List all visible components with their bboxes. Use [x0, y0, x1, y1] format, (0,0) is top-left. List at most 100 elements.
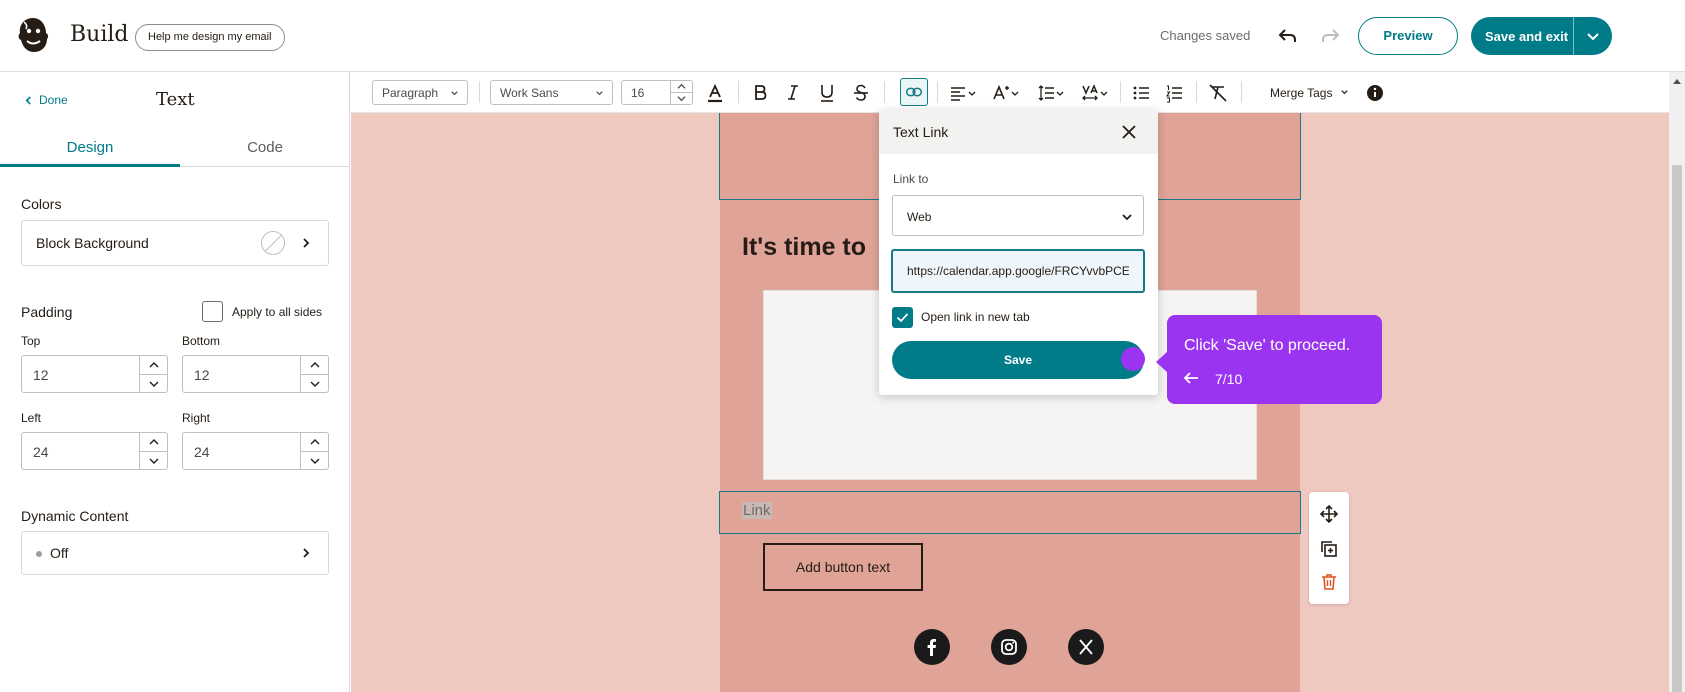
bold-icon[interactable]: [748, 81, 772, 105]
tour-step-counter: 7/10: [1215, 371, 1243, 387]
panel-title: Text: [156, 89, 195, 110]
bulleted-list-icon[interactable]: [1130, 81, 1154, 105]
tab-code[interactable]: Code: [175, 139, 355, 165]
decrement-icon[interactable]: [149, 379, 159, 389]
padding-bottom-stepper[interactable]: [300, 356, 329, 392]
move-icon[interactable]: [1319, 504, 1339, 524]
padding-left-input[interactable]: 24: [21, 432, 168, 470]
save-and-exit-button[interactable]: Save and exit: [1471, 17, 1612, 55]
padding-right-stepper[interactable]: [300, 433, 329, 469]
dynamic-content-value: Off: [50, 545, 69, 561]
block-background-setting[interactable]: Block Background: [21, 220, 329, 266]
open-new-tab-checkbox[interactable]: [892, 307, 913, 328]
text-block-outline[interactable]: [719, 491, 1301, 534]
checkmark-icon: [896, 313, 909, 323]
top-bar: Build Help me design my email Changes sa…: [0, 0, 1685, 72]
dynamic-content-setting[interactable]: Off: [21, 531, 329, 575]
link-type-value: Web: [907, 210, 932, 224]
close-icon[interactable]: [1119, 122, 1139, 142]
chevron-down-icon[interactable]: [1583, 26, 1603, 46]
link-type-select[interactable]: Web: [892, 195, 1144, 236]
increment-icon[interactable]: [149, 360, 159, 370]
padding-top-input[interactable]: 12: [21, 355, 168, 393]
chevron-right-icon: [303, 548, 310, 558]
redo-icon[interactable]: [1318, 24, 1342, 48]
padding-right-input[interactable]: 24: [182, 432, 329, 470]
duplicate-icon[interactable]: [1319, 539, 1339, 559]
decrement-icon[interactable]: [310, 379, 320, 389]
instagram-icon[interactable]: [991, 629, 1027, 665]
align-dropdown-icon[interactable]: [948, 81, 978, 105]
merge-tags-dropdown[interactable]: Merge Tags: [1270, 86, 1349, 100]
info-icon[interactable]: [1363, 81, 1387, 105]
tab-design[interactable]: Design: [0, 139, 180, 165]
numbered-list-icon[interactable]: [1163, 81, 1187, 105]
url-input[interactable]: [891, 249, 1145, 293]
email-heading[interactable]: It's time to: [742, 233, 866, 262]
colors-heading: Colors: [21, 196, 62, 212]
preview-button[interactable]: Preview: [1358, 17, 1458, 55]
done-button[interactable]: Done: [24, 93, 68, 107]
tour-hotspot[interactable]: [1121, 347, 1145, 371]
decrement-icon[interactable]: [310, 456, 320, 466]
block-type-value: Paragraph: [382, 86, 439, 100]
padding-bottom-input[interactable]: 12: [182, 355, 329, 393]
save-status: Changes saved: [1160, 28, 1251, 43]
underline-icon[interactable]: [815, 81, 839, 105]
scrollbar-thumb[interactable]: [1672, 165, 1682, 692]
text-link-popover: Text Link Link to Web Open link in new t…: [879, 110, 1158, 395]
block-background-label: Block Background: [36, 235, 149, 251]
padding-left-label: Left: [21, 411, 42, 425]
undo-icon[interactable]: [1276, 24, 1300, 48]
tour-tooltip: Click 'Save' to proceed. 7/10: [1156, 315, 1382, 404]
decrement-icon[interactable]: [149, 456, 159, 466]
block-type-select[interactable]: Paragraph: [372, 80, 468, 105]
selected-link-text[interactable]: Link: [742, 502, 772, 519]
toolbar-divider: [1196, 81, 1197, 103]
no-color-swatch-icon: [261, 231, 285, 255]
toolbar-divider: [1241, 81, 1242, 103]
padding-top-label: Top: [21, 334, 41, 348]
line-height-dropdown-icon[interactable]: [1036, 81, 1066, 105]
increment-icon[interactable]: [149, 437, 159, 447]
help-design-button[interactable]: Help me design my email: [135, 24, 285, 51]
link-save-button[interactable]: Save: [892, 341, 1144, 379]
chevron-down-icon: [451, 91, 458, 96]
link-icon: [905, 87, 923, 97]
font-family-value: Work Sans: [500, 86, 559, 100]
email-cta-button[interactable]: Add button text: [763, 543, 923, 591]
delete-icon[interactable]: [1319, 572, 1339, 592]
padding-heading: Padding: [21, 304, 73, 320]
font-size-stepper[interactable]: 16: [621, 80, 693, 105]
chevron-down-icon: [596, 91, 603, 96]
text-size-dropdown-icon[interactable]: [991, 81, 1021, 105]
arrow-left-icon[interactable]: [1183, 371, 1199, 385]
tour-message: Click 'Save' to proceed.: [1184, 337, 1351, 354]
merge-tags-label: Merge Tags: [1270, 86, 1333, 100]
letter-spacing-dropdown-icon[interactable]: [1080, 81, 1110, 105]
x-twitter-icon[interactable]: [1068, 629, 1104, 665]
padding-top-stepper[interactable]: [139, 356, 168, 392]
increment-icon[interactable]: [310, 360, 320, 370]
facebook-icon[interactable]: [914, 629, 950, 665]
strikethrough-icon[interactable]: [849, 81, 873, 105]
text-color-icon[interactable]: [703, 81, 727, 105]
mailchimp-logo-icon[interactable]: [16, 16, 50, 54]
padding-bottom-value: 12: [194, 367, 210, 383]
link-button-active[interactable]: [900, 78, 928, 106]
scroll-up-icon[interactable]: [1673, 78, 1681, 84]
increment-icon[interactable]: [310, 437, 320, 447]
done-label: Done: [39, 93, 68, 107]
padding-right-value: 24: [194, 444, 210, 460]
button-divider: [1573, 17, 1574, 55]
increment-icon[interactable]: [677, 82, 686, 91]
font-size-spin[interactable]: [670, 81, 693, 104]
apply-all-sides-checkbox[interactable]: [202, 301, 223, 322]
font-family-select[interactable]: Work Sans: [490, 80, 613, 105]
popover-title: Text Link: [893, 124, 949, 140]
app-title: Build: [70, 22, 129, 47]
clear-formatting-icon[interactable]: [1206, 81, 1230, 105]
italic-icon[interactable]: [781, 81, 805, 105]
decrement-icon[interactable]: [677, 94, 686, 103]
padding-left-stepper[interactable]: [139, 433, 168, 469]
